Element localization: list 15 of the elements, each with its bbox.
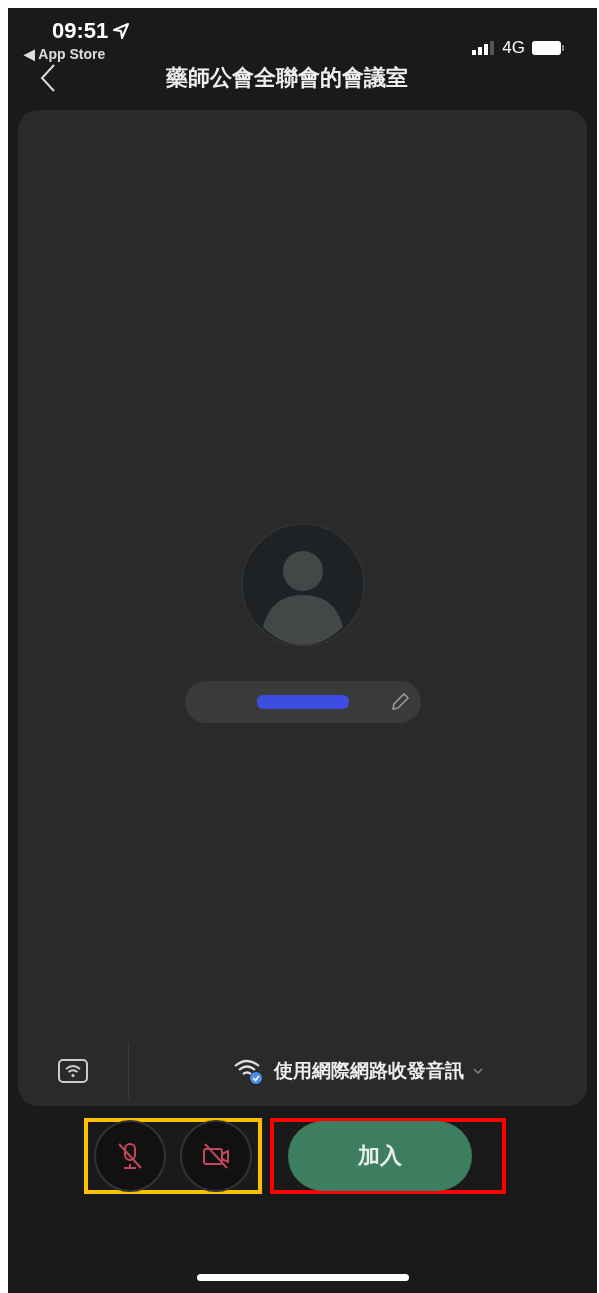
avatar-icon [240, 523, 365, 647]
signal-icon [472, 41, 497, 55]
location-arrow-icon [112, 22, 131, 40]
name-field[interactable] [184, 681, 421, 723]
network-type: 4G [502, 38, 525, 58]
chevron-down-icon [472, 1067, 484, 1075]
meeting-title: 藥師公會全聯會的會議室 [164, 64, 409, 92]
back-to-app-link[interactable]: ◀ App Store [24, 46, 131, 62]
wifi-icon [58, 1059, 88, 1083]
clock-time: 09:51 [52, 18, 109, 44]
back-button[interactable] [40, 63, 56, 93]
join-button[interactable]: 加入 [287, 1121, 472, 1191]
battery-icon [531, 40, 565, 56]
audio-option-dropdown[interactable]: 使用網際網路收發音訊 [129, 1056, 587, 1086]
chevron-left-icon [40, 63, 56, 93]
